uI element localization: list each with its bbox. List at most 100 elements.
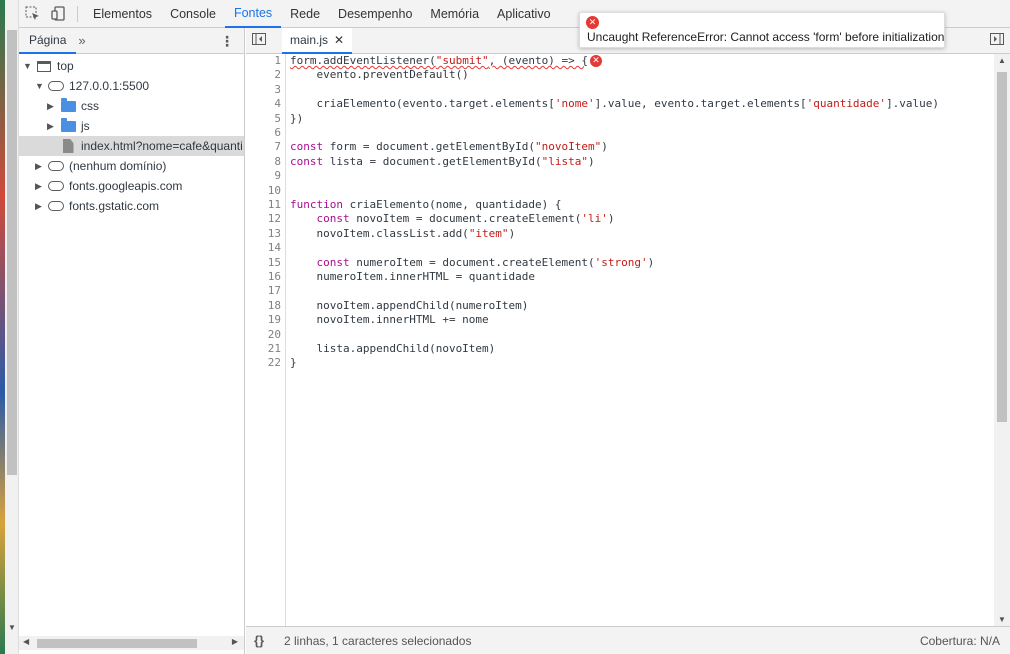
status-bar: {} 2 linhas, 1 caracteres selecionados C… <box>246 626 1010 654</box>
line-number[interactable]: 13 <box>268 227 281 241</box>
line-number[interactable]: 16 <box>268 270 281 284</box>
collapsed-arrow-icon[interactable]: ▶ <box>35 181 47 192</box>
scroll-down-arrow-icon[interactable]: ▼ <box>8 623 16 632</box>
line-number[interactable]: 6 <box>274 126 281 140</box>
close-icon[interactable]: ✕ <box>334 33 344 47</box>
line-number[interactable]: 11 <box>268 198 281 212</box>
code-line[interactable]: evento.preventDefault() <box>290 68 468 82</box>
toggle-debugger-icon[interactable] <box>990 33 1004 48</box>
tab-rede[interactable]: Rede <box>281 0 329 28</box>
collapsed-arrow-icon[interactable]: ▶ <box>47 101 59 112</box>
tab-fontes[interactable]: Fontes <box>224 0 282 28</box>
page-scrollbar[interactable]: ▼ <box>5 0 19 654</box>
scroll-up-arrow-icon[interactable]: ▲ <box>998 56 1006 65</box>
code-line[interactable]: const novoItem = document.createElement(… <box>290 212 615 226</box>
scroll-right-arrow-icon[interactable]: ▶ <box>232 637 238 646</box>
tree-item-label: (nenhum domínio) <box>69 159 167 173</box>
line-number[interactable]: 5 <box>274 112 281 126</box>
collapsed-arrow-icon[interactable]: ▶ <box>47 121 59 132</box>
line-number[interactable]: 10 <box>268 184 281 198</box>
tree-item-top[interactable]: ▼ top <box>23 56 243 76</box>
code-line[interactable]: const numeroItem = document.createElemen… <box>290 256 655 270</box>
selection-status: 2 linhas, 1 caracteres selecionados <box>284 633 472 648</box>
error-tooltip: ✕ Uncaught ReferenceError: Cannot access… <box>579 12 945 48</box>
tab-aplicativo[interactable]: Aplicativo <box>488 0 560 28</box>
tree-item-label: fonts.googleapis.com <box>69 179 183 193</box>
tree-item-label: js <box>81 119 90 133</box>
line-number-gutter[interactable]: 1 2 3 4 5 6 7 8 9 10 11 12 13 14 15 16 17 18 19 20 21 22 <box>246 54 286 626</box>
pretty-print-icon[interactable]: {} <box>254 633 274 648</box>
more-tabs-icon[interactable]: » <box>76 33 85 48</box>
expanded-arrow-icon[interactable]: ▼ <box>23 61 35 71</box>
line-number[interactable]: 7 <box>274 140 281 154</box>
cloud-icon <box>48 181 64 191</box>
editor-scrollbar-thumb[interactable] <box>997 72 1007 422</box>
tab-memoria[interactable]: Memória <box>421 0 488 28</box>
tree-item-no-domain[interactable]: ▶ (nenhum domínio) <box>35 156 243 176</box>
code-line[interactable]: const lista = document.getElementById("l… <box>290 155 595 169</box>
editor-vertical-scrollbar[interactable]: ▲ ▼ <box>994 54 1010 626</box>
code-line[interactable]: form.addEventListener("submit", (evento)… <box>290 54 603 68</box>
folder-icon <box>60 97 76 112</box>
line-number[interactable]: 1 <box>274 54 281 68</box>
line-number[interactable]: 21 <box>268 342 281 356</box>
expanded-arrow-icon[interactable]: ▼ <box>35 81 47 91</box>
frame-icon <box>37 60 51 72</box>
device-toolbar-icon[interactable] <box>45 0 71 28</box>
toggle-navigator-icon[interactable] <box>252 33 272 48</box>
error-icon[interactable]: ✕ <box>590 55 603 67</box>
code-line[interactable]: lista.appendChild(novoItem) <box>290 342 495 356</box>
tree-item-label: css <box>81 99 99 113</box>
line-number[interactable]: 17 <box>268 284 281 298</box>
line-number[interactable]: 3 <box>274 83 281 97</box>
tree-item-label: 127.0.0.1:5500 <box>69 79 150 93</box>
tree-item-fonts-googleapis[interactable]: ▶ fonts.googleapis.com <box>35 176 243 196</box>
tree-item-index-html[interactable]: index.html?nome=cafe&quanti <box>19 136 244 156</box>
navigator-scrollbar-thumb[interactable] <box>37 639 197 648</box>
code-line[interactable]: criaElemento(evento.target.elements['nom… <box>290 97 939 111</box>
tree-item-fonts-gstatic[interactable]: ▶ fonts.gstatic.com <box>35 196 243 216</box>
inspect-element-icon[interactable] <box>19 0 45 28</box>
code-line[interactable]: const form = document.getElementById("no… <box>290 140 608 154</box>
code-line[interactable]: novoItem.appendChild(numeroItem) <box>290 299 528 313</box>
tab-pagina[interactable]: Página <box>19 28 77 54</box>
line-number[interactable]: 14 <box>268 241 281 255</box>
code-line[interactable]: novoItem.classList.add("item") <box>290 227 515 241</box>
tree-item-css[interactable]: ▶ css <box>47 96 243 116</box>
code-line[interactable]: numeroItem.innerHTML = quantidade <box>290 270 535 284</box>
page-scrollbar-thumb[interactable] <box>7 30 17 475</box>
code-line[interactable]: } <box>290 356 297 370</box>
tab-console[interactable]: Console <box>161 0 225 28</box>
tree-item-js[interactable]: ▶ js <box>47 116 243 136</box>
line-number[interactable]: 12 <box>268 212 281 226</box>
collapsed-arrow-icon[interactable]: ▶ <box>35 161 47 172</box>
collapsed-arrow-icon[interactable]: ▶ <box>35 201 47 212</box>
more-options-icon[interactable]: ⋮ <box>220 33 234 50</box>
line-number[interactable]: 8 <box>274 155 281 169</box>
cloud-icon <box>48 81 64 91</box>
line-number[interactable]: 15 <box>268 256 281 270</box>
line-number[interactable]: 20 <box>268 328 281 342</box>
toolbar-divider <box>77 5 78 22</box>
code-area[interactable]: form.addEventListener("submit", (evento)… <box>286 54 994 626</box>
code-line[interactable]: novoItem.innerHTML += nome <box>290 313 488 327</box>
line-number[interactable]: 19 <box>268 313 281 327</box>
tree-item-label: index.html?nome=cafe&quanti <box>81 139 243 153</box>
line-number[interactable]: 2 <box>274 68 281 82</box>
line-number[interactable]: 9 <box>274 169 281 183</box>
tree-item-label: fonts.gstatic.com <box>69 199 160 213</box>
navigator-horizontal-scrollbar[interactable]: ◀ ▶ <box>19 636 244 650</box>
file-tab-main-js[interactable]: main.js ✕ <box>282 27 353 54</box>
tree-item-localhost[interactable]: ▼ 127.0.0.1:5500 <box>35 76 243 96</box>
scroll-down-arrow-icon[interactable]: ▼ <box>998 615 1006 624</box>
line-number[interactable]: 22 <box>268 356 281 370</box>
code-line[interactable]: }) <box>290 112 303 126</box>
scroll-left-arrow-icon[interactable]: ◀ <box>23 637 29 646</box>
code-line[interactable]: function criaElemento(nome, quantidade) … <box>290 198 562 212</box>
tab-desempenho[interactable]: Desempenho <box>329 0 421 28</box>
line-number[interactable]: 4 <box>274 97 281 111</box>
tab-elementos[interactable]: Elementos <box>84 0 161 28</box>
file-icon <box>62 139 74 153</box>
line-number[interactable]: 18 <box>268 299 281 313</box>
sources-navigator: Página » ⋮ ▼ top ▼ 127.0.0.1:5500 ▶ css … <box>19 28 245 654</box>
